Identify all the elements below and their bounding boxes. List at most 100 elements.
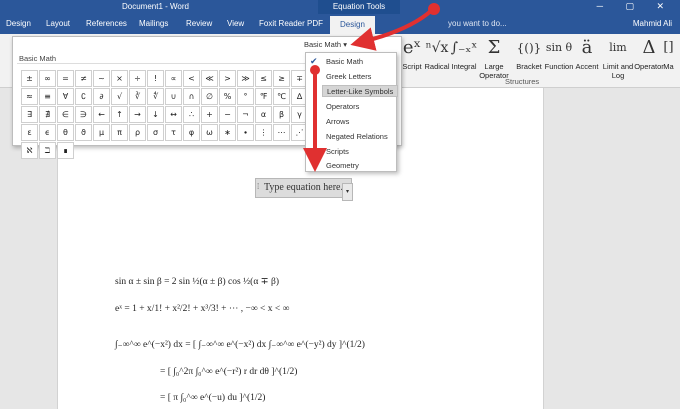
symbol-cell[interactable]: ≥ [273,70,290,87]
symbol-cell[interactable]: ⋯ [273,124,290,141]
matrix-button[interactable]: [] Ma [657,34,680,71]
symbol-cell[interactable]: ∗ [219,124,236,141]
tab-references[interactable]: References [86,19,127,28]
symbol-cell[interactable]: ∁ [75,88,92,105]
symbol-cell[interactable]: α [255,106,272,123]
symbol-cell[interactable]: ϵ [39,124,56,141]
menu-item-greek-letters[interactable]: Greek Letters [326,72,371,81]
tab-equation-design[interactable]: Design [330,16,375,34]
large-operator-button[interactable]: Σ Large Operator [477,34,511,80]
checkmark-icon: ✔ [310,56,318,66]
menu-item-negated-relations[interactable]: Negated Relations [326,132,388,141]
symbol-cell[interactable]: ¬ [237,106,254,123]
symbol-cell[interactable]: ρ [129,124,146,141]
menu-item-geometry[interactable]: Geometry [326,161,359,170]
ribbon-tab-bar: Design Layout References Mailings Review… [0,14,680,34]
menu-item-letter-like-symbols[interactable]: Letter-Like Symbols [322,85,398,97]
symbol-cell[interactable]: ≤ [255,70,272,87]
symbol-cell[interactable]: ← [93,106,110,123]
symbol-cell[interactable]: ≠ [75,70,92,87]
menu-item-arrows[interactable]: Arrows [326,117,349,126]
window-controls[interactable]: ─ ▢ ✕ [597,1,674,12]
symbol-cell[interactable]: ∴ [183,106,200,123]
symbol-cell[interactable]: < [183,70,200,87]
symbol-cell[interactable]: √ [111,88,128,105]
symbol-cell[interactable]: ∃ [21,106,38,123]
symbol-cell[interactable]: ϑ [75,124,92,141]
formula-sum-of-sines: sin α ± sin β = 2 sin ½(α ± β) cos ½(α ∓… [115,277,280,287]
symbol-cell[interactable]: ~ [93,70,110,87]
symbol-cell[interactable]: ∝ [165,70,182,87]
symbol-cell[interactable]: ∄ [39,106,56,123]
symbol-cell[interactable]: ↓ [147,106,164,123]
tab-foxit-reader-pdf[interactable]: Foxit Reader PDF [259,19,323,28]
symbol-cell[interactable]: ↑ [111,106,128,123]
symbol-cell[interactable]: = [57,70,74,87]
symbol-cell[interactable]: ° [237,88,254,105]
symbol-cell[interactable]: ≡ [39,88,56,105]
tell-me-search[interactable]: you want to do... [448,19,507,28]
symbol-cell[interactable]: → [129,106,146,123]
symbol-cell[interactable]: ∞ [39,70,56,87]
symbol-cell[interactable]: ∅ [201,88,218,105]
symbol-cell[interactable]: ∙ [237,124,254,141]
equation-input[interactable]: ⁞ Type equation here. [255,178,352,198]
symbol-cell[interactable]: ∀ [57,88,74,105]
large-operator-icon: Σ [487,37,501,58]
symbol-cell[interactable]: θ [57,124,74,141]
menu-item-basic-math[interactable]: Basic Math [326,57,363,66]
symbol-cell[interactable]: ℃ [273,88,290,105]
menu-item-operators[interactable]: Operators [326,102,359,111]
symbol-cell[interactable]: − [219,106,236,123]
symbol-category-dropdown[interactable]: Basic Math ▾ [304,40,347,49]
symbol-cell[interactable]: ! [147,70,164,87]
symbol-cell[interactable]: μ [93,124,110,141]
symbol-cell[interactable]: ω [201,124,218,141]
chevron-down-icon: ▾ [343,40,347,49]
symbol-cell[interactable]: % [219,88,236,105]
symbol-cell[interactable]: π [111,124,128,141]
tab-design[interactable]: Design [6,19,31,28]
symbol-cell[interactable]: ℉ [255,88,272,105]
tab-layout[interactable]: Layout [46,19,70,28]
equation-options-button[interactable]: ▾ [342,183,353,201]
symbol-cell[interactable]: τ [165,124,182,141]
tab-review[interactable]: Review [186,19,212,28]
symbol-cell[interactable]: ∜ [147,88,164,105]
limit-and-log-button[interactable]: lim Limit and Log [601,34,635,80]
accent-button[interactable]: ä Accent [570,34,604,71]
user-name[interactable]: Mahmid Ali [633,19,672,28]
symbol-cell[interactable]: ≈ [21,88,38,105]
symbol-cell[interactable]: ε [21,124,38,141]
equation-handle-icon[interactable]: ⁞ [257,182,259,191]
symbol-cell[interactable]: ∪ [165,88,182,105]
formula-gaussian-polar: = [ ∫₀^2π ∫₀^∞ e^(−r²) r dr dθ ]^(1/2) [160,367,298,377]
symbol-cell[interactable]: ≪ [201,70,218,87]
symbol-cell[interactable]: ÷ [129,70,146,87]
symbol-cell[interactable]: ℶ [39,142,56,159]
symbol-cell[interactable]: ≫ [237,70,254,87]
symbol-cell[interactable]: σ [147,124,164,141]
matrix-label: Ma [663,62,674,71]
symbol-cell[interactable]: ± [21,70,38,87]
symbol-cell[interactable]: φ [183,124,200,141]
limit-icon: lim [609,41,627,54]
symbol-cell[interactable]: ∩ [183,88,200,105]
symbol-cell[interactable]: ∎ [57,142,74,159]
symbol-cell[interactable]: β [273,106,290,123]
symbol-cell[interactable]: ∋ [75,106,92,123]
bracket-button[interactable]: {()} Bracket [512,34,546,71]
symbol-cell[interactable]: ∂ [93,88,110,105]
symbol-cell[interactable]: ↔ [165,106,182,123]
symbol-cell[interactable]: ∈ [57,106,74,123]
tab-mailings[interactable]: Mailings [139,19,168,28]
symbol-cell[interactable]: ⋮ [255,124,272,141]
symbol-cell[interactable]: × [111,70,128,87]
symbol-cell[interactable]: + [201,106,218,123]
symbol-cell[interactable]: ∛ [129,88,146,105]
integral-button[interactable]: ∫₋ₓˣ Integral [447,34,481,71]
symbol-cell[interactable]: ℵ [21,142,38,159]
tab-view[interactable]: View [227,19,244,28]
menu-item-scripts[interactable]: Scripts [326,147,349,156]
symbol-cell[interactable]: > [219,70,236,87]
